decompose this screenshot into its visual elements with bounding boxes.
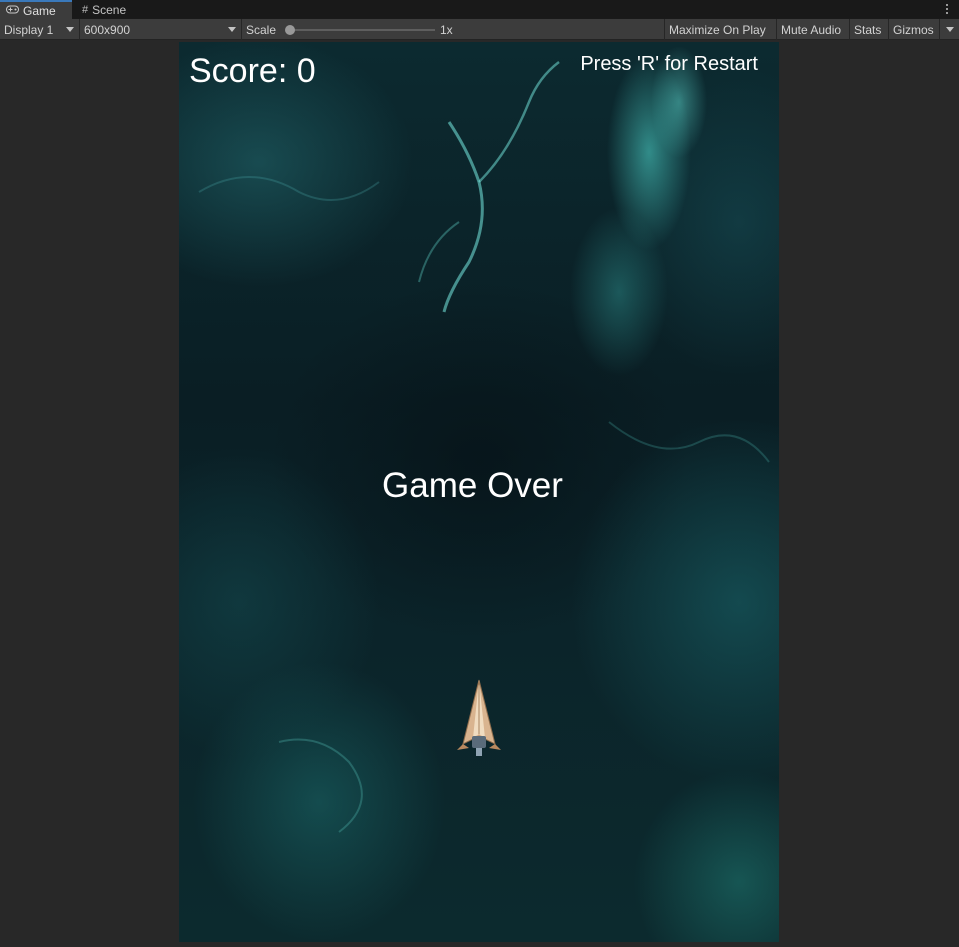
display-dropdown[interactable]: Display 1: [0, 19, 80, 40]
maximize-on-play-toggle[interactable]: Maximize On Play: [665, 19, 777, 40]
resolution-dropdown-label: 600x900: [84, 22, 131, 37]
grid-icon: #: [82, 3, 89, 16]
stats-toggle[interactable]: Stats: [850, 19, 889, 40]
scale-slider-track[interactable]: [290, 29, 435, 31]
chevron-down-icon: [228, 27, 236, 32]
more-options-icon[interactable]: [943, 1, 951, 17]
tab-scene-label: Scene: [92, 2, 127, 17]
tab-game[interactable]: Game: [0, 0, 72, 19]
chevron-down-icon: [946, 27, 954, 32]
gizmos-dropdown[interactable]: [940, 19, 959, 40]
unity-editor-window: Game # Scene Display 1 600x900 Scale 1x …: [0, 0, 959, 947]
mute-audio-toggle[interactable]: Mute Audio: [777, 19, 850, 40]
maximize-on-play-label: Maximize On Play: [669, 22, 766, 37]
score-text: Score: 0: [189, 52, 316, 90]
tab-game-label: Game: [23, 3, 56, 18]
gizmos-toggle[interactable]: Gizmos: [889, 19, 940, 40]
gamepad-icon: [6, 5, 19, 17]
display-dropdown-label: Display 1: [4, 22, 54, 37]
scale-label: Scale: [246, 22, 277, 37]
game-viewport[interactable]: Score: 0 Press 'R' for Restart Game Over: [179, 42, 779, 942]
gizmos-label: Gizmos: [893, 22, 934, 37]
restart-hint-text: Press 'R' for Restart: [580, 53, 758, 75]
chevron-down-icon: [66, 27, 74, 32]
resolution-dropdown[interactable]: 600x900: [80, 19, 242, 40]
player-spaceship: [453, 678, 505, 758]
game-view-toolbar: Display 1 600x900 Scale 1x Maximize On P…: [0, 19, 959, 40]
mute-audio-label: Mute Audio: [781, 22, 842, 37]
stats-label: Stats: [854, 22, 882, 37]
tab-bar: Game # Scene: [0, 0, 959, 19]
tab-scene[interactable]: # Scene: [76, 0, 142, 19]
scale-value: 1x: [440, 22, 453, 37]
scale-slider-thumb[interactable]: [285, 25, 295, 35]
game-over-text: Game Over: [382, 466, 563, 505]
